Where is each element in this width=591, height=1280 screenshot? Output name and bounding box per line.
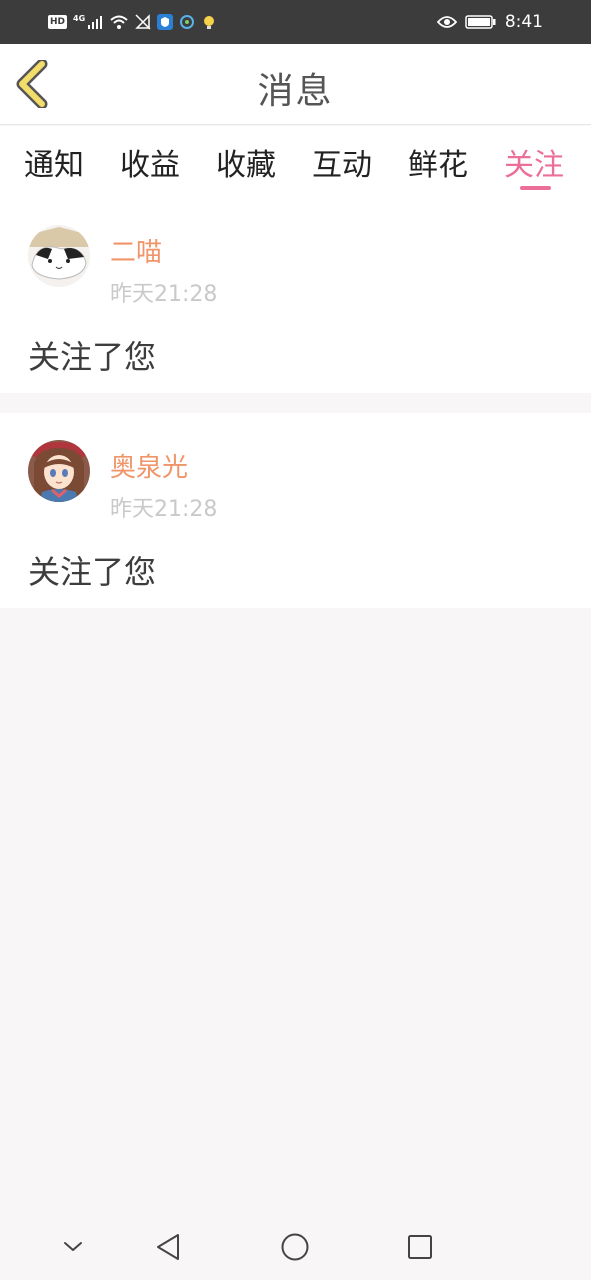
battery-icon [465, 15, 496, 29]
eye-icon [436, 16, 457, 28]
signal-icon [88, 16, 103, 29]
wifi-icon [110, 15, 128, 29]
hd-badge: HD [48, 15, 68, 29]
status-icons-left: HD 4G [48, 12, 217, 32]
anime-girl-avatar-icon [28, 440, 90, 502]
message-text: 关注了您 [28, 338, 157, 376]
avatar[interactable] [28, 225, 90, 287]
timestamp: 昨天21:28 [110, 497, 218, 522]
chevron-down-icon [64, 1242, 82, 1251]
tab-earnings[interactable]: 收益 [120, 140, 180, 184]
message-text: 关注了您 [28, 553, 157, 591]
browser-app-icon [180, 15, 195, 29]
message-item[interactable]: 二喵 昨天21:28 关注了您 [0, 198, 591, 393]
tab-favorites[interactable]: 收藏 [216, 140, 276, 184]
circle-home-icon [281, 1233, 309, 1261]
status-icons-right: 8:41 [436, 12, 543, 32]
tab-follows[interactable]: 关注 [504, 140, 564, 184]
system-nav-bar [0, 1213, 591, 1280]
tab-notifications[interactable]: 通知 [24, 140, 84, 184]
username[interactable]: 二喵 [110, 232, 162, 269]
tab-interactions[interactable]: 互动 [312, 140, 372, 184]
avatar[interactable] [28, 440, 90, 502]
triangle-back-icon [157, 1234, 179, 1260]
nav-collapse-button[interactable] [55, 1229, 91, 1265]
message-item[interactable]: 奥泉光 昨天21:28 关注了您 [0, 413, 591, 608]
tab-flowers[interactable]: 鲜花 [408, 140, 468, 184]
shield-app-icon [157, 14, 174, 30]
cat-avatar-icon [28, 225, 90, 287]
data-off-icon [135, 14, 151, 30]
timestamp: 昨天21:28 [110, 282, 218, 307]
header: 消息 [0, 44, 591, 125]
nav-recents-button[interactable] [402, 1229, 438, 1265]
active-tab-indicator [520, 186, 551, 190]
tab-bar: 通知 收益 收藏 互动 鲜花 关注 [0, 126, 591, 198]
username[interactable]: 奥泉光 [110, 447, 188, 484]
nav-back-button[interactable] [150, 1229, 186, 1265]
page-title: 消息 [257, 71, 334, 112]
square-recents-icon [408, 1235, 432, 1259]
nav-home-button[interactable] [277, 1229, 313, 1265]
network-type: 4G [73, 13, 86, 23]
lightbulb-app-icon [204, 16, 215, 29]
clock: 8:41 [504, 12, 543, 32]
status-bar: HD 4G 8:41 [0, 0, 591, 44]
